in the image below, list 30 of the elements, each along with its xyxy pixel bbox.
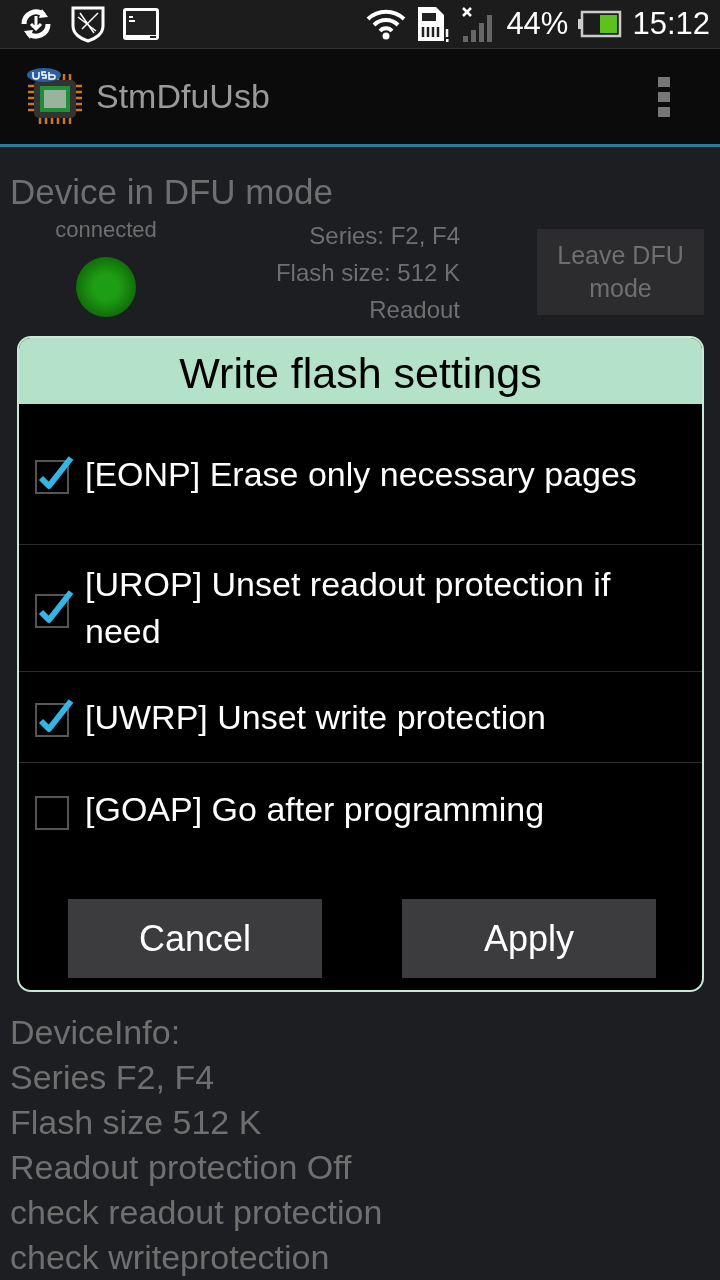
option-label: [UROP] Unset readout protection if need xyxy=(85,564,612,652)
option-label: [UWRP] Unset write protection xyxy=(85,696,547,738)
log-line: Readout protection Off xyxy=(9,1147,353,1188)
overflow-menu-icon[interactable] xyxy=(658,76,670,117)
device-status-heading: Device in DFU mode xyxy=(9,171,334,213)
battery-percentage: 44% xyxy=(506,6,569,42)
dialog-title: Write flash settings xyxy=(19,338,702,404)
log-line: DeviceInfo: xyxy=(9,1012,182,1053)
device-info-text: Series: F2, F4 xyxy=(309,221,460,250)
wifi-icon xyxy=(366,8,407,40)
dialog-button[interactable]: Cancel xyxy=(68,899,322,978)
checkbox[interactable] xyxy=(35,454,75,494)
terminal-icon xyxy=(122,7,160,41)
connection-label: connected xyxy=(55,217,157,243)
log-line: Flash size 512 K xyxy=(9,1102,263,1143)
shield-icon xyxy=(70,5,106,43)
sim-card-icon xyxy=(416,5,451,43)
battery-icon xyxy=(578,10,623,38)
app-title: StmDfuUsb xyxy=(96,77,271,116)
device-info-text: Readout xyxy=(369,295,460,324)
log-line: check readout protection xyxy=(9,1192,384,1233)
clock: 15:12 xyxy=(632,6,710,42)
log-line: check writeprotection xyxy=(9,1237,331,1278)
option-label: [EONP] Erase only necessary pages xyxy=(85,453,637,495)
log-line: Series F2, F4 xyxy=(9,1057,216,1098)
checkbox[interactable] xyxy=(35,697,75,737)
option-label: [GOAP] Go after programming xyxy=(85,789,545,830)
device-info-text: Flash size: 512 K xyxy=(275,258,460,287)
dialog-button[interactable]: Apply xyxy=(402,899,656,978)
checkbox[interactable] xyxy=(35,588,75,628)
